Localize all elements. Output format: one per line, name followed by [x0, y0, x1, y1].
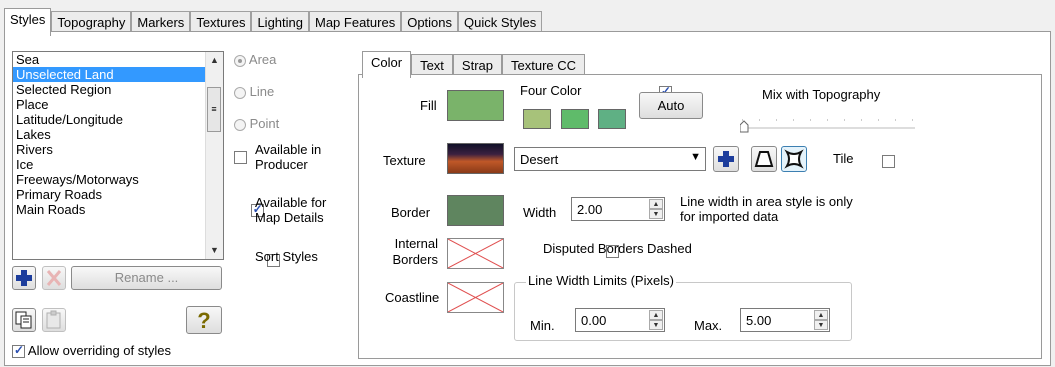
delete-x-icon	[46, 270, 62, 286]
fill-color-swatch[interactable]	[447, 90, 504, 121]
slider-thumb	[739, 120, 749, 133]
list-item[interactable]: Sea	[13, 52, 223, 67]
paste-icon	[46, 310, 61, 329]
border-label: Border	[391, 205, 431, 220]
min-label: Min.	[530, 318, 555, 333]
width-note: Line width in area style is only for imp…	[680, 194, 853, 224]
tab-color[interactable]: Color	[362, 51, 412, 78]
texture-dropdown[interactable]: Desert ▼	[514, 147, 706, 171]
top-tab-strip: Styles Topography Markers Textures Light…	[4, 8, 543, 36]
paste-button[interactable]	[42, 308, 66, 332]
radio-area-label: Area	[248, 52, 277, 67]
internal-borders-swatch[interactable]	[447, 238, 504, 269]
add-style-button[interactable]	[12, 266, 36, 290]
max-value: 5.00	[746, 313, 772, 328]
min-value: 0.00	[581, 313, 607, 328]
radio-area-row[interactable]: Area	[234, 52, 276, 67]
max-stepper[interactable]: 5.00 ▲ ▼	[740, 308, 830, 332]
available-in-producer-checkbox[interactable]	[234, 151, 247, 165]
coastline-swatch[interactable]	[447, 282, 504, 313]
scroll-down-icon[interactable]: ▼	[206, 242, 223, 259]
list-item-selected[interactable]: Unselected Land	[13, 67, 223, 82]
spin-down-icon[interactable]: ▼	[649, 209, 663, 219]
coastline-label: Coastline	[385, 290, 440, 305]
plus-icon	[718, 151, 734, 167]
texture-mode-button-2[interactable]	[781, 146, 807, 172]
copy-button[interactable]	[12, 308, 36, 332]
width-stepper[interactable]: 2.00 ▲ ▼	[571, 197, 665, 221]
radio-point-row[interactable]: Point	[234, 116, 279, 131]
style-listbox[interactable]: Sea Unselected Land Selected Region Plac…	[12, 51, 224, 260]
help-button[interactable]: ?	[186, 306, 222, 334]
texture-label: Texture	[383, 153, 426, 168]
slider-track	[739, 119, 915, 133]
delete-style-button[interactable]	[42, 266, 66, 290]
max-label: Max.	[694, 318, 723, 333]
allow-override-checkbox[interactable]	[12, 343, 25, 359]
fill-label: Fill	[420, 98, 437, 113]
list-item[interactable]: Primary Roads	[13, 187, 223, 202]
tile-checkbox[interactable]	[881, 155, 895, 169]
list-item[interactable]: Selected Region	[13, 82, 223, 97]
tile-label: Tile	[833, 151, 854, 166]
radio-area[interactable]	[234, 54, 246, 67]
allow-override-row[interactable]: Allow overriding of styles	[12, 343, 171, 359]
sort-styles-label: Sort Styles	[255, 249, 318, 264]
mix-topography-slider[interactable]	[739, 114, 920, 134]
radio-line[interactable]	[234, 86, 246, 99]
list-item[interactable]: Lakes	[13, 127, 223, 142]
mix-topography-label: Mix with Topography	[762, 87, 881, 102]
no-color-x-icon	[447, 238, 504, 269]
texture-preview[interactable]	[447, 143, 504, 174]
four-color-swatch-2[interactable]	[561, 109, 589, 129]
chevron-down-icon: ▼	[690, 151, 701, 163]
available-for-map-details-label: Available for Map Details	[255, 195, 327, 225]
scroll-thumb[interactable]: ≡	[207, 87, 221, 132]
disputed-borders-label: Disputed Borders Dashed	[543, 241, 692, 256]
line-width-limits-title: Line Width Limits (Pixels)	[526, 273, 676, 288]
radio-line-row[interactable]: Line	[234, 84, 274, 99]
internal-borders-label: Internal Borders	[392, 236, 438, 267]
four-color-swatch-1[interactable]	[523, 109, 551, 129]
allow-override-label: Allow overriding of styles	[27, 343, 171, 358]
trapezoid-icon	[754, 151, 774, 167]
plus-icon	[16, 270, 32, 286]
width-label: Width	[523, 205, 557, 220]
list-item[interactable]: Place	[13, 97, 223, 112]
spin-down-icon[interactable]: ▼	[814, 320, 828, 330]
help-icon: ?	[197, 308, 211, 333]
list-item[interactable]: Ice	[13, 157, 223, 172]
list-item[interactable]: Rivers	[13, 142, 223, 157]
min-stepper[interactable]: 0.00 ▲ ▼	[575, 308, 665, 332]
spin-up-icon[interactable]: ▲	[814, 310, 828, 320]
spin-up-icon[interactable]: ▲	[649, 199, 663, 209]
width-value: 2.00	[577, 202, 603, 217]
copy-icon	[15, 311, 32, 329]
scroll-up-icon[interactable]: ▲	[206, 52, 223, 69]
list-scrollbar[interactable]: ▲ ≡ ▼	[205, 52, 223, 259]
list-item[interactable]: Main Roads	[13, 202, 223, 217]
radio-point-label: Point	[249, 116, 280, 131]
spin-down-icon[interactable]: ▼	[649, 320, 663, 330]
border-color-swatch[interactable]	[447, 195, 504, 226]
list-item[interactable]: Freeways/Motorways	[13, 172, 223, 187]
tab-styles[interactable]: Styles	[4, 8, 52, 36]
auto-button[interactable]: Auto	[639, 92, 703, 119]
texture-dropdown-value: Desert	[520, 152, 559, 167]
stretch-icon	[784, 149, 804, 169]
list-item[interactable]: Latitude/Longitude	[13, 112, 223, 127]
no-color-x-icon	[447, 282, 504, 313]
add-texture-button[interactable]	[713, 146, 739, 172]
four-color-swatch-3[interactable]	[598, 109, 626, 129]
radio-line-label: Line	[249, 84, 275, 99]
rename-button[interactable]: Rename ...	[71, 266, 222, 290]
four-color-label: Four Color	[520, 83, 582, 98]
available-in-producer-label: Available in Producer	[255, 142, 322, 172]
spin-up-icon[interactable]: ▲	[649, 310, 663, 320]
radio-point[interactable]	[234, 118, 246, 131]
texture-mode-button-1[interactable]	[751, 146, 777, 172]
